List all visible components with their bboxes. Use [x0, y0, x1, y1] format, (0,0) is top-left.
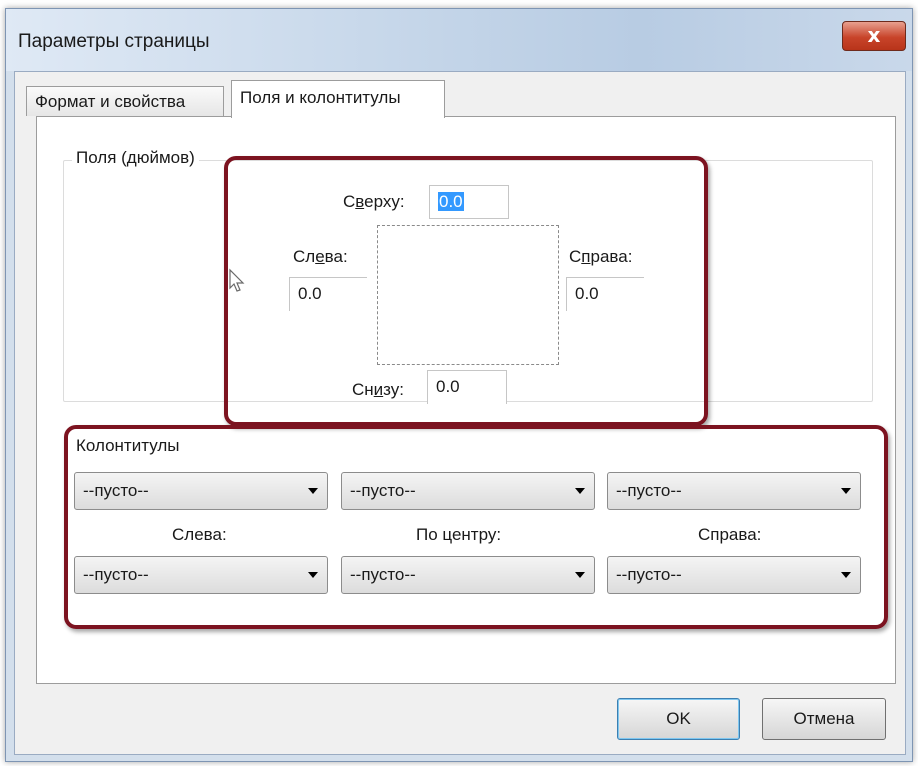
title-bar[interactable]: Параметры страницы x: [6, 9, 912, 71]
ok-button[interactable]: OK: [617, 698, 740, 740]
margins-highlight-frame: [224, 156, 708, 426]
tab-margins-and-headers[interactable]: Поля и колонтитулы: [231, 80, 445, 118]
mouse-cursor-icon: [229, 268, 245, 292]
headers-highlight-frame: [64, 425, 888, 629]
dialog-title: Параметры страницы: [18, 31, 210, 52]
tab-format-and-properties[interactable]: Формат и свойства: [26, 86, 224, 116]
margins-group-label: Поля (дюймов): [72, 148, 199, 168]
close-button[interactable]: x: [842, 21, 906, 51]
cancel-button[interactable]: Отмена: [762, 698, 886, 740]
